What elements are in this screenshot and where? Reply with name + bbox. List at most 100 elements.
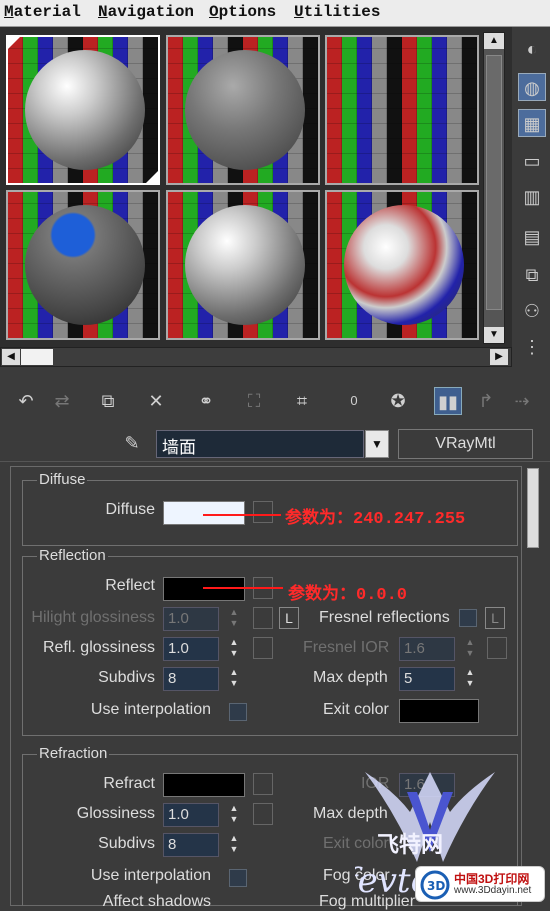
put-to-library-icon[interactable]: ⛶: [240, 387, 268, 415]
reflect-color-swatch[interactable]: [163, 577, 245, 601]
spinner-arrows-icon[interactable]: ▲ ▼: [227, 833, 241, 857]
glossiness-map-button[interactable]: [253, 803, 273, 825]
3d-logo-icon: 3D: [420, 870, 450, 900]
eyedropper-icon[interactable]: ✎: [118, 429, 146, 457]
slots-vertical-scrollbar[interactable]: ▲ ▼: [483, 32, 505, 344]
use-interpolation-label: Use interpolation: [90, 701, 211, 718]
sample-slot-3[interactable]: [325, 35, 479, 185]
refract-map-button[interactable]: [253, 773, 273, 795]
hilight-map-button[interactable]: [253, 607, 273, 629]
svg-text:3D: 3D: [427, 879, 445, 893]
sample-sphere: [25, 205, 145, 325]
sample-slots-panel: [0, 27, 512, 347]
sample-slot-1[interactable]: [6, 35, 160, 185]
diffuse-label: Diffuse: [105, 501, 155, 518]
reflect-label: Reflect: [105, 577, 155, 594]
material-id-icon[interactable]: ⌗: [288, 387, 316, 415]
spinner-arrows-icon[interactable]: ▲ ▼: [463, 667, 477, 691]
sample-sphere: [185, 205, 305, 325]
scroll-left-arrow-icon[interactable]: ◀: [2, 349, 20, 365]
hilight-glossiness-input[interactable]: 1.0: [163, 607, 219, 631]
slots-horizontal-scrollbar[interactable]: ◀ ▶: [0, 347, 512, 367]
refl-glossiness-input[interactable]: 1.0: [163, 637, 219, 661]
menu-utilities[interactable]: Utilities: [294, 3, 380, 21]
affect-shadows-label: Affect shadows: [102, 893, 211, 910]
reflect-annotation: 参数为：0.0.0: [288, 586, 408, 605]
glossiness-input[interactable]: 1.0: [163, 803, 219, 827]
material-type-button[interactable]: VRayMtl: [398, 429, 533, 459]
max-depth-input[interactable]: 5: [399, 667, 455, 691]
refraction-group-title: Refraction: [37, 745, 110, 762]
menu-options[interactable]: Options: [209, 3, 276, 21]
exit-color-swatch[interactable]: [399, 699, 479, 723]
fresnel-lock-l-button[interactable]: L: [485, 607, 505, 629]
annotation-line: [203, 587, 283, 589]
refraction-use-interpolation-checkbox[interactable]: [229, 869, 247, 887]
annotation-line: [203, 514, 281, 516]
material-effects-channel-icon[interactable]: 0: [340, 387, 368, 415]
go-forward-to-sibling-icon[interactable]: ⇢: [508, 387, 536, 415]
slot-corner: [146, 171, 158, 183]
scroll-down-arrow-icon[interactable]: ▼: [484, 327, 504, 343]
refract-color-swatch[interactable]: [163, 773, 245, 797]
scroll-right-arrow-icon[interactable]: ▶: [490, 349, 508, 365]
use-interpolation-checkbox[interactable]: [229, 703, 247, 721]
backlight-icon[interactable]: ◍: [518, 73, 546, 101]
lock-l-button[interactable]: L: [279, 607, 299, 629]
assign-material-icon[interactable]: ⧉: [94, 387, 122, 415]
scroll-thumb[interactable]: [486, 55, 502, 310]
video-color-check-icon[interactable]: ▥: [518, 183, 546, 211]
spinner-arrows-icon[interactable]: ▲ ▼: [227, 803, 241, 827]
spinner-arrows-icon[interactable]: ▲ ▼: [227, 637, 241, 661]
spinner-arrows-icon[interactable]: ▲ ▼: [227, 607, 241, 631]
subdivs-input[interactable]: 8: [163, 667, 219, 691]
sample-slot-4[interactable]: [6, 190, 160, 340]
refract-label: Refract: [103, 775, 155, 792]
show-map-in-viewport-icon[interactable]: ✪: [384, 387, 412, 415]
rollout-scrollbar[interactable]: [527, 468, 539, 548]
get-material-icon[interactable]: ↶: [12, 387, 40, 415]
chevron-down-icon[interactable]: ▼: [365, 430, 389, 458]
make-preview-icon[interactable]: ▤: [518, 223, 546, 251]
exit-color-label: Exit color: [323, 701, 389, 718]
options-icon[interactable]: ⧉: [518, 261, 546, 289]
fresnel-ior-map-button[interactable]: [487, 637, 507, 659]
scroll-thumb[interactable]: [21, 349, 53, 365]
spinner-arrows-icon[interactable]: ▲ ▼: [227, 667, 241, 691]
sample-uv-tiling-icon[interactable]: ▭: [518, 147, 546, 175]
go-to-parent-icon[interactable]: ↱: [472, 387, 500, 415]
sample-slot-6[interactable]: [325, 190, 479, 340]
diffuse-annotation: 参数为：240.247.255: [285, 510, 466, 529]
fresnel-ior-input[interactable]: 1.6: [399, 637, 455, 661]
make-unique-icon[interactable]: ⚭: [192, 387, 220, 415]
refl-glossiness-map-button[interactable]: [253, 637, 273, 659]
menu-material[interactable]: Material: [4, 3, 81, 21]
fresnel-reflections-label: Fresnel reflections: [319, 609, 450, 626]
sample-slot-5[interactable]: [166, 190, 320, 340]
select-by-material-icon[interactable]: ⚇: [518, 297, 546, 325]
refl-glossiness-label: Refl. glossiness: [42, 639, 155, 656]
menu-navigation[interactable]: Navigation: [98, 3, 194, 21]
sample-slot-2[interactable]: [166, 35, 320, 185]
reflection-group-title: Reflection: [37, 547, 108, 564]
logo-brand-text: 飞特网: [377, 832, 443, 858]
scroll-up-arrow-icon[interactable]: ▲: [484, 33, 504, 49]
diffuse-map-button[interactable]: [253, 501, 273, 523]
3ddayin-badge: 3D 中国3D打印网 www.3Ddayin.net: [415, 866, 545, 902]
spinner-arrows-icon[interactable]: ▲ ▼: [463, 637, 477, 661]
put-material-icon[interactable]: ⇄: [48, 387, 76, 415]
fresnel-reflections-checkbox[interactable]: [459, 609, 477, 627]
show-end-result-icon[interactable]: ▮▮: [434, 387, 462, 415]
diffuse-color-swatch[interactable]: [163, 501, 245, 525]
refraction-subdivs-label: Subdivs: [98, 835, 155, 852]
refraction-subdivs-input[interactable]: 8: [163, 833, 219, 857]
vertical-toolbar: ◐ ◍ ▦ ▭ ▥ ▤ ⧉ ⚇ ⋮: [512, 27, 550, 367]
background-checker-icon[interactable]: ▦: [518, 109, 546, 137]
material-name-field[interactable]: 墙面: [156, 430, 364, 458]
reset-map-icon[interactable]: ✕: [142, 387, 170, 415]
sample-type-icon[interactable]: ◐: [518, 35, 546, 63]
max-depth-label: Max depth: [313, 669, 388, 686]
fresnel-ior-label: Fresnel IOR: [303, 639, 390, 656]
material-navigator-icon[interactable]: ⋮: [518, 333, 546, 361]
glossiness-label: Glossiness: [76, 805, 155, 822]
